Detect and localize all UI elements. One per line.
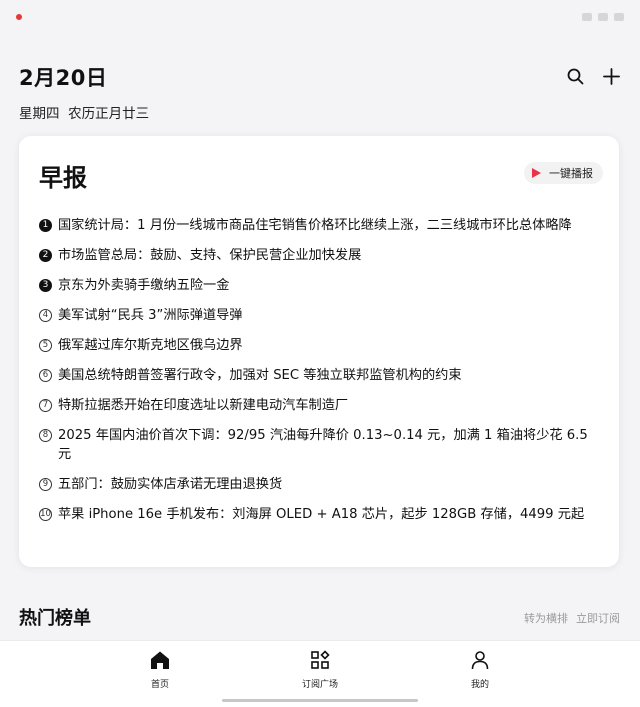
tab-subscribe-label: 订阅广场 [301, 680, 338, 690]
play-icon [532, 168, 541, 178]
news-headline: 国家统计局：1 月份一线城市商品住宅销售价格环比继续上涨，二三线城市环比总体略降 [58, 218, 572, 233]
home-indicator[interactable] [222, 699, 418, 702]
news-item[interactable]: 5 俄军越过库尔斯克地区俄乌边界 [39, 336, 601, 355]
rank-badge: 1 [39, 219, 52, 232]
news-item[interactable]: 3 京东为外卖骑手缴纳五险一金 [39, 276, 601, 295]
rank-badge: 4 [39, 309, 52, 322]
tab-me[interactable]: 我的 [440, 641, 520, 707]
lunar-date-label: 农历正月廿三 [68, 106, 150, 122]
signal-icon [582, 13, 592, 21]
news-item[interactable]: 1 国家统计局：1 月份一线城市商品住宅销售价格环比继续上涨，二三线城市环比总体略… [39, 216, 601, 235]
user-icon [470, 650, 490, 674]
news-headline: 俄军越过库尔斯克地区俄乌边界 [58, 338, 243, 353]
rank-badge: 2 [39, 249, 52, 262]
news-item[interactable]: 10 苹果 iPhone 16e 手机发布：刘海屏 OLED + A18 芯片，起… [39, 505, 601, 524]
subscribe-now-link[interactable]: 立即订阅 [576, 610, 620, 626]
weekday-label: 星期四 [19, 106, 60, 122]
rank-badge: 7 [39, 399, 52, 412]
news-item[interactable]: 8 2025 年国内油价首次下调：92/95 汽油每升降价 0.13~0.14 元… [39, 426, 601, 464]
rank-badge: 3 [39, 279, 52, 292]
status-bar [0, 0, 640, 34]
apps-icon [310, 650, 330, 674]
news-list: 1 国家统计局：1 月份一线城市商品住宅销售价格环比继续上涨，二三线城市环比总体略… [39, 216, 601, 535]
news-headline: 五部门：鼓励实体店承诺无理由退换货 [58, 477, 283, 492]
news-item[interactable]: 7 特斯拉据悉开始在印度选址以新建电动汽车制造厂 [39, 396, 601, 415]
rank-badge: 9 [39, 478, 52, 491]
rank-badge: 8 [39, 429, 52, 442]
briefing-title: 早报 [39, 164, 87, 192]
news-headline: 市场监管总局：鼓励、支持、保护民营企业加快发展 [58, 248, 362, 263]
tab-me-label: 我的 [470, 680, 489, 690]
news-item[interactable]: 2 市场监管总局：鼓励、支持、保护民营企业加快发展 [39, 246, 601, 265]
rank-badge: 10 [39, 508, 52, 521]
bottom-tab-bar: 首页 订阅广场 我的 [0, 640, 640, 707]
news-item[interactable]: 4 美军试射“民兵 3”洲际弹道导弹 [39, 306, 601, 325]
date-header: 2月20日 星期四 农历正月廿三 [19, 62, 621, 122]
date-subtitle: 星期四 农历正月廿三 [19, 102, 621, 122]
header-actions [565, 66, 621, 86]
news-headline: 美国总统特朗普签署行政令，加强对 SEC 等独立联邦监管机构的约束 [58, 368, 462, 383]
news-headline: 2025 年国内油价首次下调：92/95 汽油每升降价 0.13~0.14 元，… [58, 428, 588, 462]
battery-icon [614, 13, 624, 21]
play-all-button[interactable]: 一键播报 [524, 162, 603, 184]
rank-badge: 6 [39, 369, 52, 382]
status-left [16, 14, 22, 20]
switch-layout-link[interactable]: 转为横排 [524, 610, 568, 626]
tab-home[interactable]: 首页 [120, 641, 200, 707]
tab-subscribe[interactable]: 订阅广场 [280, 641, 360, 707]
news-headline: 美军试射“民兵 3”洲际弹道导弹 [58, 308, 243, 323]
rank-badge: 5 [39, 339, 52, 352]
home-icon [149, 650, 171, 674]
search-icon[interactable] [565, 66, 585, 86]
hot-list-title: 热门榜单 [19, 608, 91, 629]
news-item[interactable]: 9 五部门：鼓励实体店承诺无理由退换货 [39, 475, 601, 494]
hot-list-actions: 转为横排 立即订阅 [524, 610, 620, 626]
tab-home-label: 首页 [150, 680, 169, 690]
news-headline: 苹果 iPhone 16e 手机发布：刘海屏 OLED + A18 芯片，起步 … [58, 507, 585, 522]
news-headline: 特斯拉据悉开始在印度选址以新建电动汽车制造厂 [58, 398, 349, 413]
plus-icon[interactable] [601, 66, 621, 86]
news-headline: 京东为外卖骑手缴纳五险一金 [58, 278, 230, 293]
status-right [582, 13, 624, 21]
location-dot-icon [16, 14, 22, 20]
news-item[interactable]: 6 美国总统特朗普签署行政令，加强对 SEC 等独立联邦监管机构的约束 [39, 366, 601, 385]
morning-briefing-card: 早报 一键播报 1 国家统计局：1 月份一线城市商品住宅销售价格环比继续上涨，二三… [19, 136, 619, 567]
date-title: 2月20日 [19, 66, 108, 90]
play-all-label: 一键播报 [549, 167, 593, 180]
wifi-icon [598, 13, 608, 21]
